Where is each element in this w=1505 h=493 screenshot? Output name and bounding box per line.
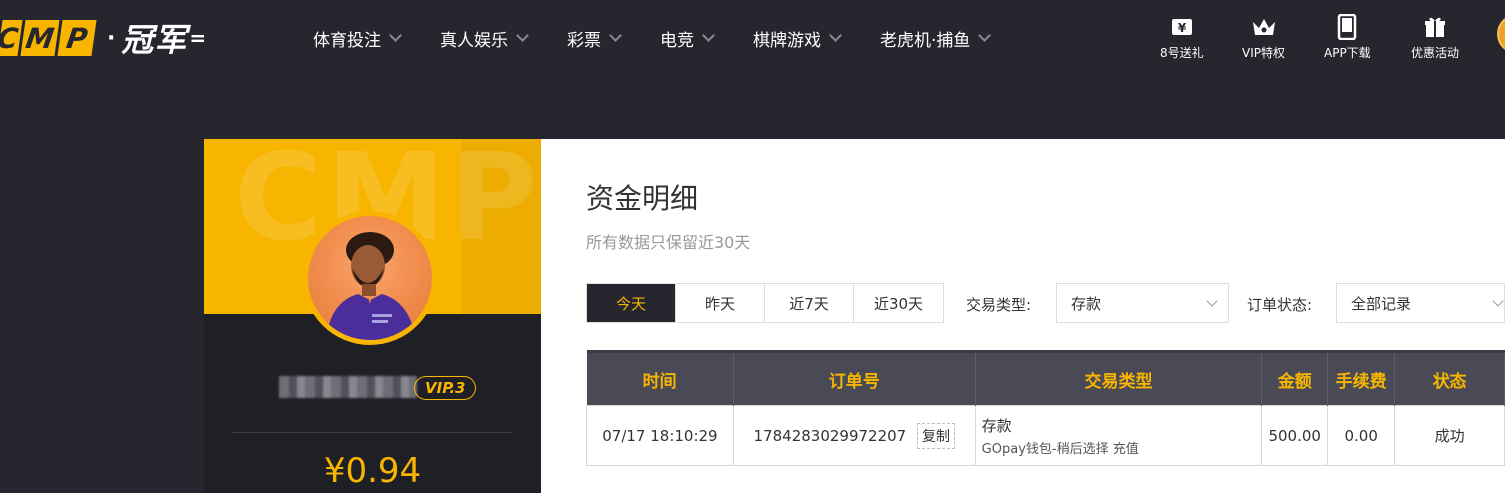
logo-letter: P [57,20,97,56]
profile-divider [232,432,513,433]
gift-icon [1423,14,1447,40]
nav-item-esports[interactable]: 电竞 [660,26,715,51]
cell-status: 成功 [1394,405,1505,466]
profile-panel: CMP VIP.3 ¥0.94 [204,139,541,493]
nav-item-live-casino[interactable]: 真人娱乐 [440,26,529,51]
column-header-fee: 手续费 [1327,350,1396,406]
table-row: 07/17 18:10:29 1784283029972207 复制 存款 GO… [586,405,1505,466]
transactions-table: 时间 订单号 交易类型 金额 手续费 状态 07/17 18:10:29 178… [586,350,1505,466]
user-avatar[interactable] [1497,14,1505,54]
nav-item-slots-fishing[interactable]: 老虎机·捕鱼 [880,26,992,51]
select-value: 存款 [1071,294,1102,313]
cell-transaction-type: 存款 GOpay钱包-稍后选择 充值 [974,405,1263,466]
cell-order-no: 1784283029972207 复制 [732,405,976,466]
avatar-image [308,216,432,340]
nav-item-label: 老虎机·捕鱼 [880,30,971,51]
tab-today[interactable]: 今天 [587,284,676,322]
date-range-tabs: 今天 昨天 近7天 近30天 [586,283,944,323]
column-header-time: 时间 [586,350,734,406]
quick-link-label: 优惠活动 [1411,46,1460,60]
top-header: C M P · 冠军 = 体育投注 真人娱乐 彩票 电竞 棋牌游戏 老虎机·捕鱼… [0,0,1505,78]
vip-level-badge[interactable]: VIP.3 [414,376,477,400]
column-header-order-no: 订单号 [733,350,976,406]
cell-time: 07/17 18:10:29 [586,405,734,466]
account-balance: ¥0.94 [323,451,422,491]
logo-letters: C M P [0,18,97,58]
logo-letter: M [20,20,60,56]
transaction-type-label: 交易类型: [966,296,1032,314]
page-title: 资金明细 [586,182,699,215]
copy-button[interactable]: 复制 [917,422,955,449]
logo-dot: · [107,25,116,51]
select-value: 全部记录 [1351,294,1412,313]
chevron-down-icon [1492,295,1504,307]
nav-item-card-games[interactable]: 棋牌游戏 [753,26,842,51]
table-header-row: 时间 订单号 交易类型 金额 手续费 状态 [586,350,1505,406]
nav-item-label: 棋牌游戏 [753,30,821,51]
cell-fee: 0.00 [1327,405,1396,466]
quick-link-promotions[interactable]: 优惠活动 [1411,14,1459,61]
quick-link-label: APP下载 [1324,46,1371,60]
quick-link-gift-8[interactable]: ¥ 8号送礼 [1160,14,1204,61]
tab-yesterday[interactable]: 昨天 [676,284,765,322]
quick-link-label: 8号送礼 [1160,46,1204,60]
profile-avatar[interactable] [303,211,437,345]
logo-speed-mark: = [189,26,207,50]
logo-letter: C [0,20,23,56]
quick-link-app[interactable]: APP下载 [1324,14,1371,61]
svg-text:¥: ¥ [1178,21,1187,35]
nav-item-label: 真人娱乐 [440,30,508,51]
column-header-type: 交易类型 [975,350,1263,406]
phone-icon [1337,14,1357,40]
main-nav: 体育投注 真人娱乐 彩票 电竞 棋牌游戏 老虎机·捕鱼 [313,24,1029,52]
chevron-down-icon [516,29,529,42]
order-status-select[interactable]: 全部记录 [1336,283,1505,323]
chevron-down-icon [609,29,622,42]
chevron-down-icon [702,29,715,42]
nav-item-lottery[interactable]: 彩票 [567,26,622,51]
crown-icon [1250,14,1278,40]
order-number: 1784283029972207 [753,426,907,445]
page-subtitle: 所有数据只保留近30天 [586,233,751,252]
username-masked [279,376,417,398]
nav-item-label: 体育投注 [313,30,381,51]
cell-amount: 500.00 [1261,405,1329,466]
transaction-type-select[interactable]: 存款 [1056,283,1229,323]
order-status-label: 订单状态: [1247,296,1313,314]
tab-last-7-days[interactable]: 近7天 [765,284,854,322]
transaction-type-detail: GOpay钱包-稍后选择 充值 [981,441,1139,457]
chevron-down-icon [978,29,992,42]
brand-logo[interactable]: C M P · 冠军 = [0,18,207,59]
ticket-icon: ¥ [1170,14,1194,40]
column-header-status: 状态 [1394,350,1505,406]
nav-item-label: 电竞 [660,30,694,51]
quick-link-label: VIP特权 [1242,46,1285,60]
chevron-down-icon [389,29,402,42]
fund-details-panel: 资金明细 所有数据只保留近30天 今天 昨天 近7天 近30天 交易类型: 存款… [541,139,1505,493]
quick-link-vip[interactable]: VIP特权 [1242,14,1285,61]
nav-item-sports[interactable]: 体育投注 [313,26,402,51]
tab-last-30-days[interactable]: 近30天 [854,284,943,322]
transaction-type-main: 存款 [981,416,1012,435]
banner-shade [461,139,541,314]
chevron-down-icon [829,29,842,42]
chevron-down-icon [1206,295,1218,307]
column-header-amount: 金额 [1261,350,1329,406]
logo-chinese-text: 冠军 [121,21,188,59]
nav-item-label: 彩票 [567,30,601,51]
